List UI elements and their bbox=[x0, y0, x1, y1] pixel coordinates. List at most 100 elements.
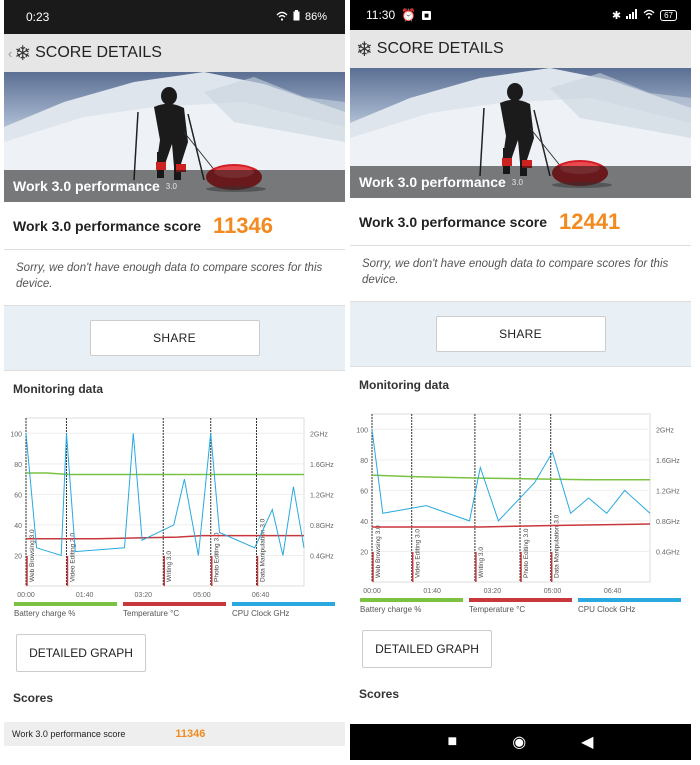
score-line: Work 3.0 performance score 12441 bbox=[350, 198, 691, 246]
wifi-icon bbox=[276, 11, 288, 24]
monitoring-chart-svg: 20 40 60 80 100 0.4GHz 0.8GHz 1.2GHz 1.6GHz 2GHz 0… bbox=[356, 413, 680, 595]
legend-temperature-label: Temperature °C bbox=[123, 609, 180, 618]
y-left-tick-label: 100 bbox=[10, 431, 22, 438]
detailed-graph-button[interactable]: DETAILED GRAPH bbox=[16, 634, 146, 672]
legend-battery-label: Battery charge % bbox=[360, 605, 422, 614]
app-header: ❄ SCORE DETAILS bbox=[350, 30, 691, 68]
score-label: Work 3.0 performance score bbox=[13, 217, 202, 234]
share-button[interactable]: SHARE bbox=[435, 316, 606, 352]
y-right-tick-label: 1.6GHz bbox=[656, 458, 680, 465]
y-right-tick-label: 0.8GHz bbox=[656, 519, 680, 526]
y-left-tick-label: 40 bbox=[14, 523, 22, 530]
legend-battery-label: Battery charge % bbox=[14, 609, 76, 618]
hero-image: Work 3.0 performance 3.0 bbox=[350, 68, 691, 198]
segment-label: Data Manipulation 3.0 bbox=[554, 514, 561, 578]
scores-title: Scores bbox=[359, 687, 400, 701]
share-section: SHARE bbox=[350, 302, 691, 366]
back-icon[interactable]: ‹ bbox=[8, 46, 12, 61]
score-row-label: Work 3.0 performance score bbox=[12, 729, 126, 739]
score-value: 12441 bbox=[559, 208, 621, 234]
x-tick-label: 06:40 bbox=[604, 588, 622, 595]
x-tick-label: 00:00 bbox=[363, 588, 381, 595]
y-right-tick-label: 2GHz bbox=[656, 427, 674, 434]
y-right-tick-label: 1.6GHz bbox=[310, 462, 334, 469]
x-tick-label: 01:40 bbox=[423, 588, 441, 595]
home-icon[interactable]: ◉ bbox=[512, 732, 526, 752]
compare-note: Sorry, we don't have enough data to comp… bbox=[350, 246, 691, 302]
app-header: ‹ ❄ SCORE DETAILS bbox=[4, 34, 345, 72]
segment-label: Photo Editing 3.0 bbox=[523, 528, 530, 578]
chart-legend: Battery charge % Temperature °C CPU Cloc… bbox=[350, 598, 691, 620]
battery-percent: 86% bbox=[304, 11, 327, 23]
x-tick-label: 00:00 bbox=[17, 592, 35, 599]
page-title: SCORE DETAILS bbox=[376, 40, 504, 57]
x-tick-label: 01:40 bbox=[76, 592, 94, 599]
recent-apps-icon[interactable]: ■ bbox=[448, 733, 458, 751]
hero-subtitle: 3.0 bbox=[165, 181, 177, 191]
share-button[interactable]: SHARE bbox=[89, 320, 260, 356]
legend-temperature: Temperature °C bbox=[469, 598, 572, 620]
y-left-tick-label: 80 bbox=[14, 462, 22, 469]
segment-label: Photo Editing 3.0 bbox=[214, 532, 221, 582]
hero-image: Work 3.0 performance 3.0 bbox=[4, 72, 345, 202]
segment-label: Writing 3.0 bbox=[166, 551, 173, 582]
snowflake-logo-icon: ❄ bbox=[14, 42, 32, 65]
y-right-tick-label: 0.4GHz bbox=[656, 549, 680, 556]
monitoring-chart: 20 40 60 80 100 0.4GHz 0.8GHz 1.2GHz 1.6GHz 2GHz 0… bbox=[4, 406, 345, 602]
monitoring-chart: 20 40 60 80 100 0.4GHz 0.8GHz 1.2GHz 1.6GHz 2GHz 0… bbox=[350, 402, 691, 598]
legend-cpu: CPU Clock GHz bbox=[578, 598, 681, 620]
back-icon[interactable]: ◀ bbox=[581, 732, 593, 752]
hero-title: Work 3.0 performance bbox=[359, 174, 506, 190]
x-tick-label: 05:00 bbox=[193, 592, 211, 599]
status-time: 11:30 bbox=[366, 8, 396, 22]
monitoring-title: Monitoring data bbox=[350, 366, 691, 402]
hero-label: Work 3.0 performance 3.0 bbox=[350, 166, 691, 198]
wifi-icon bbox=[643, 9, 655, 22]
hero-subtitle: 3.0 bbox=[511, 177, 523, 187]
segment-label: Writing 3.0 bbox=[478, 547, 485, 578]
score-row-value: 11346 bbox=[175, 728, 206, 740]
legend-temperature: Temperature °C bbox=[123, 602, 226, 624]
y-left-tick-label: 20 bbox=[14, 553, 22, 560]
snowflake-logo-icon: ❄ bbox=[356, 38, 373, 61]
x-tick-label: 05:00 bbox=[544, 588, 562, 595]
x-tick-label: 03:20 bbox=[135, 592, 153, 599]
legend-cpu: CPU Clock GHz bbox=[232, 602, 335, 624]
y-right-tick-label: 1.2GHz bbox=[656, 488, 680, 495]
score-value: 11346 bbox=[213, 212, 274, 238]
compare-note: Sorry, we don't have enough data to comp… bbox=[4, 250, 345, 306]
segment-label: Video Editing 3.0 bbox=[415, 529, 422, 578]
x-tick-label: 06:40 bbox=[252, 592, 270, 599]
legend-battery: Battery charge % bbox=[360, 598, 463, 620]
hero-title: Work 3.0 performance bbox=[13, 178, 160, 194]
scores-title: Scores bbox=[13, 691, 54, 705]
monitoring-title: Monitoring data bbox=[4, 370, 345, 406]
status-bar: 0:23 86% bbox=[4, 0, 345, 34]
y-left-tick-label: 60 bbox=[14, 492, 22, 499]
y-left-tick-label: 100 bbox=[356, 427, 368, 434]
segment-label: Web Browsing 3.0 bbox=[29, 529, 36, 582]
system-nav-bar: ■ ◉ ◀ bbox=[350, 724, 691, 760]
segment-label: Video Editing 3.0 bbox=[69, 533, 76, 582]
legend-cpu-label: CPU Clock GHz bbox=[578, 605, 636, 614]
legend-temperature-label: Temperature °C bbox=[469, 605, 526, 614]
status-bar: 11:30 ⏰ ■ ✱ 67 bbox=[350, 0, 691, 30]
score-label: Work 3.0 performance score bbox=[359, 213, 548, 230]
battery-icon: 67 bbox=[660, 9, 677, 21]
detailed-graph-button[interactable]: DETAILED GRAPH bbox=[362, 630, 492, 668]
y-right-tick-label: 1.2GHz bbox=[310, 492, 334, 499]
y-left-tick-label: 40 bbox=[360, 519, 368, 526]
notification-icon: ■ bbox=[422, 10, 431, 20]
plot-area bbox=[371, 413, 651, 583]
legend-battery: Battery charge % bbox=[14, 602, 117, 624]
y-right-tick-label: 0.4GHz bbox=[310, 553, 334, 560]
legend-cpu-label: CPU Clock GHz bbox=[232, 609, 290, 618]
hero-label: Work 3.0 performance 3.0 bbox=[4, 170, 345, 202]
y-right-tick-label: 0.8GHz bbox=[310, 523, 334, 530]
y-right-tick-label: 2GHz bbox=[310, 431, 328, 438]
left-phone-screen: 0:23 86% ‹ ❄ SCORE DETAILS Work 3.0 perf… bbox=[4, 0, 345, 765]
chart-legend: Battery charge % Temperature °C CPU Cloc… bbox=[4, 602, 345, 624]
share-section: SHARE bbox=[4, 306, 345, 370]
segment-label: Web Browsing 3.0 bbox=[375, 525, 382, 578]
score-line: Work 3.0 performance score 11346 bbox=[4, 202, 345, 250]
